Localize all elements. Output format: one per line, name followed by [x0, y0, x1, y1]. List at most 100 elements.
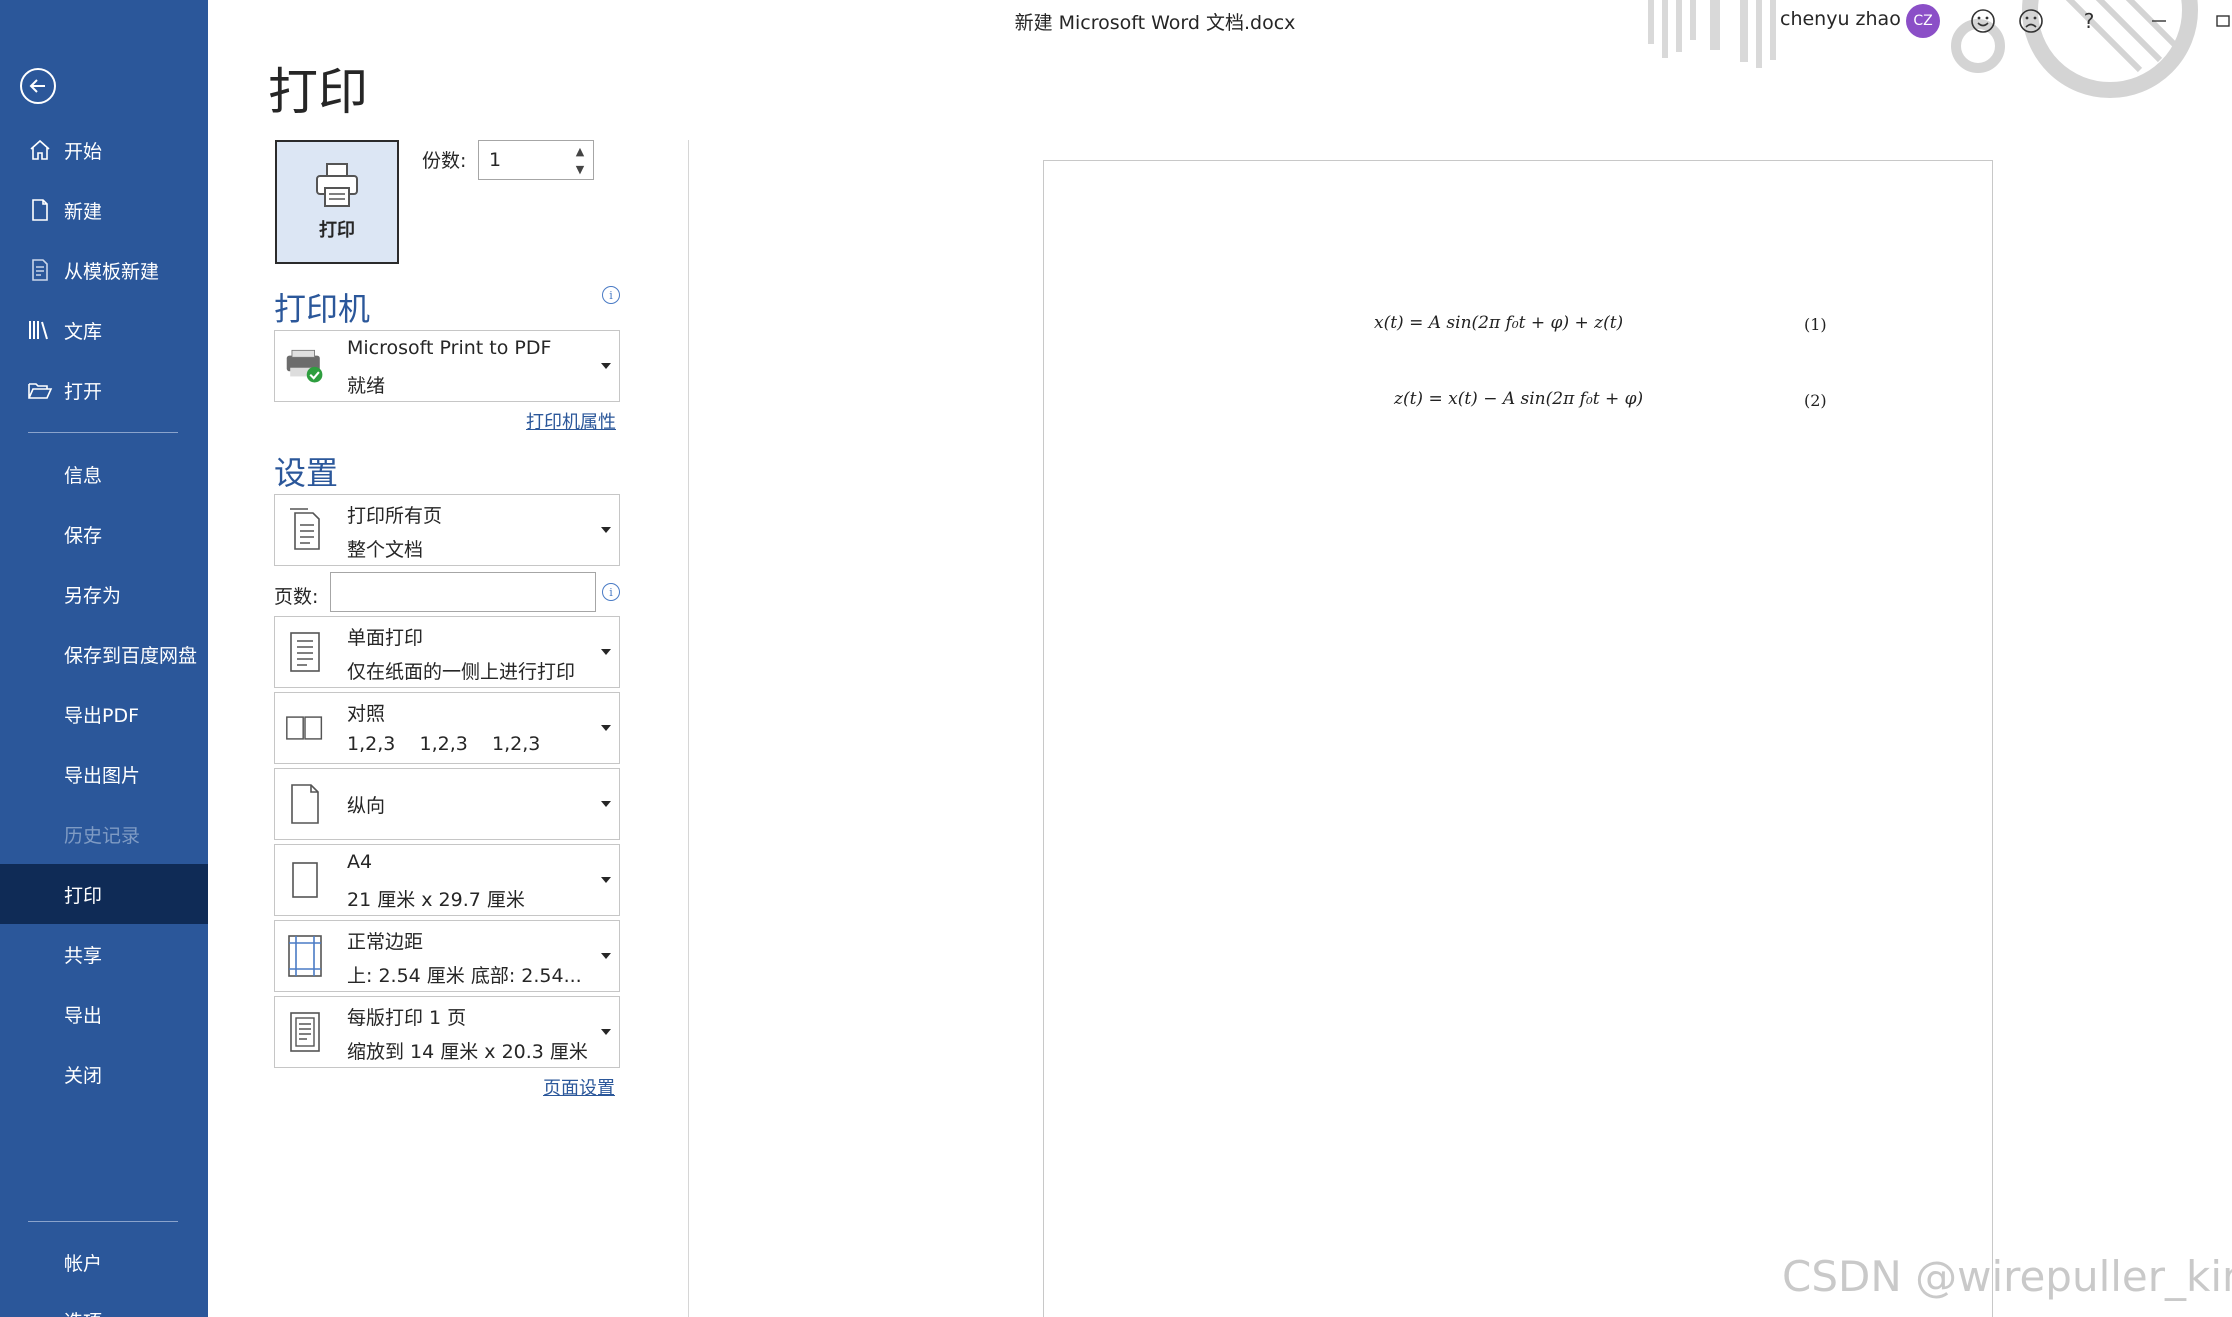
nav-close[interactable]: 关闭 [0, 1044, 208, 1104]
copies-stepper[interactable]: 1 ▲ ▼ [478, 140, 594, 180]
copies-label: 份数: [422, 150, 467, 172]
printer-section-heading: 打印机 [274, 290, 371, 328]
nav-account[interactable]: 帐户 [0, 1232, 208, 1292]
page-title: 打印 [268, 63, 368, 121]
nav-from-template-label: 从模板新建 [64, 260, 160, 283]
nav-history: 历史记录 [0, 804, 208, 864]
nav-close-label: 关闭 [64, 1064, 103, 1087]
avatar[interactable]: CZ [1906, 4, 1940, 38]
nav-open-label: 打开 [64, 380, 103, 403]
nav-options[interactable]: 选项 [0, 1290, 208, 1317]
printer-status: 就绪 [347, 375, 386, 397]
nav-new[interactable]: 新建 [0, 180, 208, 240]
chevron-up-icon[interactable]: ▲ [571, 142, 589, 160]
sides-dropdown[interactable]: 单面打印 仅在纸面的一侧上进行打印 [274, 616, 620, 688]
nav-share-label: 共享 [64, 944, 103, 967]
pages-per-sheet-desc: 缩放到 14 厘米 x 20.3 厘米 [347, 1041, 588, 1063]
nav-divider [28, 432, 178, 433]
nav-save-as-label: 另存为 [64, 584, 122, 607]
nav-save[interactable]: 保存 [0, 504, 208, 564]
nav-home-label: 开始 [64, 140, 103, 163]
orientation-dropdown[interactable]: 纵向 [274, 768, 620, 840]
info-icon[interactable]: i [602, 286, 620, 304]
nav-export[interactable]: 导出 [0, 984, 208, 1044]
nav-export-label: 导出 [64, 1004, 103, 1027]
help-icon[interactable]: ? [2072, 4, 2106, 38]
dropdown-caret-icon [601, 725, 611, 731]
nav-divider-bottom [28, 1221, 178, 1222]
nav-export-pdf[interactable]: 导出PDF [0, 684, 208, 744]
word-print-backstage: 开始 新建 从模板新建 文库 打开 信息 保存 另存为 保存到百度网盘 导出PD… [0, 0, 2232, 1317]
paper-size-label: A4 [347, 851, 373, 873]
nav-export-image-label: 导出图片 [64, 764, 141, 787]
paper-size-desc: 21 厘米 x 29.7 厘米 [347, 889, 525, 911]
home-icon [26, 136, 54, 164]
print-preview-page[interactable]: x(t) = A sin(2π f₀t + φ) + z(t) (1) z(t)… [1043, 160, 1993, 1317]
orientation-label: 纵向 [347, 795, 386, 817]
back-arrow-icon[interactable] [20, 68, 56, 104]
nav-new-label: 新建 [64, 200, 103, 223]
dropdown-caret-icon [601, 527, 611, 533]
pages-per-sheet-dropdown[interactable]: 每版打印 1 页 缩放到 14 厘米 x 20.3 厘米 [274, 996, 620, 1068]
printer-ready-icon [285, 341, 325, 391]
smile-feedback-icon[interactable] [1966, 4, 2000, 38]
print-button-label: 打印 [319, 220, 355, 241]
printer-icon [313, 162, 361, 212]
frown-feedback-icon[interactable] [2014, 4, 2048, 38]
library-icon [26, 316, 54, 344]
nav-from-template[interactable]: 从模板新建 [0, 240, 208, 300]
printer-properties-link[interactable]: 打印机属性 [526, 408, 616, 434]
nav-export-image[interactable]: 导出图片 [0, 744, 208, 804]
print-range-dropdown[interactable]: 打印所有页 整个文档 [274, 494, 620, 566]
printer-name: Microsoft Print to PDF [347, 337, 552, 359]
info-icon[interactable]: i [602, 583, 620, 601]
restore-icon[interactable] [2206, 4, 2232, 38]
collation-dropdown[interactable]: 对照 1,2,3 1,2,3 1,2,3 [274, 692, 620, 764]
equation-1-number: (1) [1804, 315, 1827, 334]
sides-label: 单面打印 [347, 627, 424, 649]
nav-home[interactable]: 开始 [0, 120, 208, 180]
equation-2: z(t) = x(t) − A sin(2π f₀t + φ) [1394, 389, 1644, 409]
nav-save-to-baidu[interactable]: 保存到百度网盘 [0, 624, 208, 684]
chevron-down-icon[interactable]: ▼ [571, 160, 589, 178]
pages-label: 页数: [274, 586, 319, 608]
nav-history-label: 历史记录 [64, 824, 141, 847]
nav-print[interactable]: 打印 [0, 864, 208, 924]
minimize-icon[interactable] [2142, 4, 2176, 38]
template-icon [26, 256, 54, 284]
nav-info-label: 信息 [64, 464, 103, 487]
nav-export-pdf-label: 导出PDF [64, 704, 140, 727]
dropdown-caret-icon [601, 953, 611, 959]
portrait-icon [285, 779, 325, 829]
margins-icon [285, 931, 325, 981]
nav-library-label: 文库 [64, 320, 103, 343]
nav-info[interactable]: 信息 [0, 444, 208, 504]
nav-save-as[interactable]: 另存为 [0, 564, 208, 624]
dropdown-caret-icon [601, 363, 611, 369]
nav-save-to-baidu-label: 保存到百度网盘 [64, 644, 198, 667]
nav-open[interactable]: 打开 [0, 360, 208, 420]
open-folder-icon [26, 376, 54, 404]
watermark: CSDN @wirepuller_king [1782, 1252, 2232, 1301]
margins-label: 正常边距 [347, 931, 424, 953]
page-setup-link[interactable]: 页面设置 [543, 1074, 615, 1100]
sides-desc: 仅在纸面的一侧上进行打印 [347, 661, 576, 683]
nav-library[interactable]: 文库 [0, 300, 208, 360]
settings-section-heading: 设置 [274, 454, 339, 492]
printer-dropdown[interactable]: Microsoft Print to PDF 就绪 [274, 330, 620, 402]
dropdown-caret-icon [601, 801, 611, 807]
paper-size-dropdown[interactable]: A4 21 厘米 x 29.7 厘米 [274, 844, 620, 916]
pages-input[interactable] [330, 572, 596, 612]
print-range-desc: 整个文档 [347, 539, 424, 561]
document-title: 新建 Microsoft Word 文档.docx [1014, 12, 1296, 34]
copies-value[interactable]: 1 [489, 149, 501, 171]
print-button[interactable]: 打印 [275, 140, 399, 264]
dropdown-caret-icon [601, 649, 611, 655]
all-pages-icon [285, 505, 325, 555]
pages-per-sheet-icon [285, 1007, 325, 1057]
nav-share[interactable]: 共享 [0, 924, 208, 984]
user-name[interactable]: chenyu zhao [1780, 8, 1901, 30]
print-range-label: 打印所有页 [347, 505, 443, 527]
margins-dropdown[interactable]: 正常边距 上: 2.54 厘米 底部: 2.54... [274, 920, 620, 992]
dropdown-caret-icon [601, 1029, 611, 1035]
